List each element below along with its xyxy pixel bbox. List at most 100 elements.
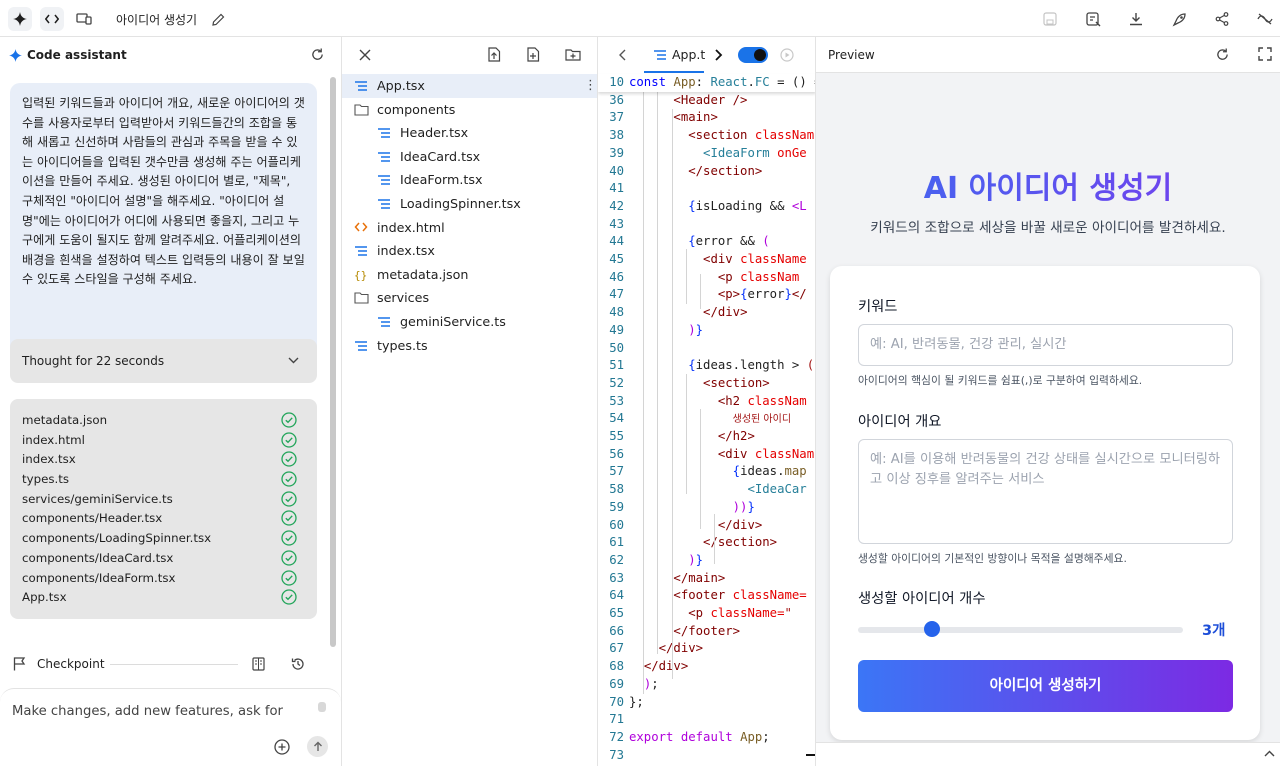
code-line[interactable]: 66 </footer> bbox=[598, 623, 815, 641]
chat-scrollbar[interactable] bbox=[330, 77, 336, 647]
generate-ideas-button[interactable]: 아이디어 생성하기 bbox=[858, 660, 1233, 712]
compare-icon[interactable] bbox=[252, 657, 265, 671]
generated-file-row[interactable]: components/LoadingSpinner.tsx bbox=[10, 529, 317, 549]
generated-file-row[interactable]: index.html bbox=[10, 431, 317, 451]
code-line[interactable]: 52 <section> bbox=[598, 375, 815, 393]
code-line[interactable]: 46 <p classNam bbox=[598, 269, 815, 287]
chat-input-placeholder[interactable]: Make changes, add new features, ask for bbox=[12, 704, 283, 719]
code-line[interactable]: 61 </section> bbox=[598, 534, 815, 552]
code-line[interactable]: 62 )} bbox=[598, 552, 815, 570]
share-icon[interactable] bbox=[1212, 9, 1232, 29]
code-line[interactable]: 48 </div> bbox=[598, 304, 815, 322]
unlink-icon[interactable] bbox=[1255, 9, 1275, 29]
thought-summary[interactable]: Thought for 22 seconds bbox=[10, 339, 317, 383]
download-icon[interactable] bbox=[1126, 9, 1146, 29]
chevron-up-icon[interactable] bbox=[1264, 750, 1275, 757]
code-line[interactable]: 60 </div> bbox=[598, 517, 815, 535]
code-line[interactable]: 41 bbox=[598, 180, 815, 198]
edit-pencil-icon[interactable] bbox=[208, 9, 228, 29]
send-arrow-icon[interactable] bbox=[307, 736, 328, 757]
chevron-right-icon[interactable] bbox=[715, 49, 723, 61]
tree-file[interactable]: Header.tsx bbox=[342, 121, 597, 145]
generated-file-row[interactable]: metadata.json bbox=[10, 411, 317, 431]
code-line[interactable]: 58 <IdeaCar bbox=[598, 481, 815, 499]
tree-file[interactable]: IdeaCard.tsx bbox=[342, 145, 597, 169]
tree-folder[interactable]: services bbox=[342, 286, 597, 310]
add-attachment-icon[interactable] bbox=[274, 739, 290, 755]
code-line[interactable]: 36 <Header /> bbox=[598, 92, 815, 110]
tree-file[interactable]: geminiService.ts bbox=[342, 310, 597, 334]
code-line[interactable]: 65 <p className=" bbox=[598, 605, 815, 623]
new-folder-icon[interactable] bbox=[565, 48, 581, 61]
code-line[interactable]: 38 <section classNam bbox=[598, 127, 815, 145]
editor-tabbar: App.t bbox=[598, 37, 815, 73]
code-line[interactable]: 59 ))} bbox=[598, 499, 815, 517]
tree-file[interactable]: index.html bbox=[342, 216, 597, 240]
count-slider-thumb[interactable] bbox=[924, 621, 940, 637]
code-line[interactable]: 64 <footer className= bbox=[598, 587, 815, 605]
generated-file-row[interactable]: components/IdeaForm.tsx bbox=[10, 569, 317, 589]
reload-icon[interactable] bbox=[1216, 48, 1229, 61]
code-view-icon[interactable] bbox=[40, 7, 64, 31]
close-icon[interactable] bbox=[359, 49, 371, 61]
code-line[interactable]: 43 bbox=[598, 216, 815, 234]
tab-app-tsx[interactable]: App.t bbox=[644, 37, 705, 73]
code-line[interactable]: 51 {ideas.length > ( bbox=[598, 357, 815, 375]
code-line[interactable]: 47 <p>{error}</ bbox=[598, 286, 815, 304]
code-line[interactable]: 67 </div> bbox=[598, 640, 815, 658]
fullscreen-icon[interactable] bbox=[1258, 47, 1272, 61]
history-icon[interactable] bbox=[291, 657, 305, 671]
code-line[interactable]: 56 <div classNam bbox=[598, 446, 815, 464]
generated-file-row[interactable]: components/Header.tsx bbox=[10, 509, 317, 529]
overview-textarea[interactable]: 예: AI를 이용해 반려동물의 건강 상태를 실시간으로 모니터링하고 이상 … bbox=[858, 439, 1233, 544]
chat-input-box[interactable]: Make changes, add new features, ask for bbox=[0, 688, 341, 766]
tree-file[interactable]: LoadingSpinner.tsx bbox=[342, 192, 597, 216]
code-line[interactable]: 55 </h2> bbox=[598, 428, 815, 446]
gemini-sparkle-icon[interactable] bbox=[8, 7, 32, 31]
autosave-toggle[interactable] bbox=[738, 47, 768, 63]
chevron-down-icon[interactable] bbox=[288, 357, 299, 364]
generated-file-row[interactable]: services/geminiService.ts bbox=[10, 490, 317, 510]
code-line[interactable]: 39 <IdeaForm onGe bbox=[598, 145, 815, 163]
tree-file[interactable]: index.tsx bbox=[342, 239, 597, 263]
code-line[interactable]: 63 </main> bbox=[598, 570, 815, 588]
upload-file-icon[interactable] bbox=[487, 47, 501, 62]
generated-file-row[interactable]: components/IdeaCard.tsx bbox=[10, 549, 317, 569]
tree-file[interactable]: types.ts bbox=[342, 334, 597, 358]
code-line[interactable]: 49 )} bbox=[598, 322, 815, 340]
code-line[interactable]: 57 {ideas.map bbox=[598, 463, 815, 481]
more-options-icon[interactable]: ⋮ bbox=[584, 74, 597, 98]
code-line[interactable]: 68 </div> bbox=[598, 658, 815, 676]
code-line[interactable]: 44 {error && ( bbox=[598, 233, 815, 251]
code-line[interactable]: 72 export default App; bbox=[598, 729, 815, 747]
run-icon[interactable] bbox=[780, 48, 794, 62]
code-line[interactable]: 37 <main> bbox=[598, 109, 815, 127]
code-line[interactable]: 50 bbox=[598, 340, 815, 358]
tree-folder[interactable]: components bbox=[342, 98, 597, 122]
tree-file[interactable]: App.tsx ⋮ bbox=[342, 74, 597, 98]
deploy-rocket-icon[interactable] bbox=[1169, 9, 1189, 29]
count-slider-track[interactable] bbox=[858, 627, 1183, 633]
code-line[interactable]: 73 bbox=[598, 747, 815, 765]
sticky-scroll-line[interactable]: 10 const App: React.FC = () => bbox=[598, 74, 815, 92]
generated-file-row[interactable]: index.tsx bbox=[10, 450, 317, 470]
code-line[interactable]: 70}; bbox=[598, 694, 815, 712]
code-line[interactable]: 45 <div className bbox=[598, 251, 815, 269]
drive-save-icon[interactable] bbox=[1083, 9, 1103, 29]
generated-file-row[interactable]: types.ts bbox=[10, 470, 317, 490]
new-file-icon[interactable] bbox=[526, 47, 540, 62]
save-icon[interactable] bbox=[1040, 9, 1060, 29]
generated-file-row[interactable]: App.tsx bbox=[10, 588, 317, 608]
keyword-input[interactable]: 예: AI, 반려동물, 건강 관리, 실시간 bbox=[858, 324, 1233, 366]
code-line[interactable]: 71 bbox=[598, 711, 815, 729]
refresh-icon[interactable] bbox=[311, 48, 324, 61]
chevron-left-icon[interactable] bbox=[618, 49, 626, 61]
code-line[interactable]: 53 <h2 classNam bbox=[598, 393, 815, 411]
tree-file[interactable]: {} metadata.json bbox=[342, 263, 597, 287]
tree-file[interactable]: IdeaForm.tsx bbox=[342, 168, 597, 192]
code-line[interactable]: 42 {isLoading && <L bbox=[598, 198, 815, 216]
device-preview-icon[interactable] bbox=[72, 7, 96, 31]
code-line[interactable]: 40 </section> bbox=[598, 163, 815, 181]
code-line[interactable]: 54 생성된 아이디 bbox=[598, 410, 815, 428]
code-line[interactable]: 69 ); bbox=[598, 676, 815, 694]
